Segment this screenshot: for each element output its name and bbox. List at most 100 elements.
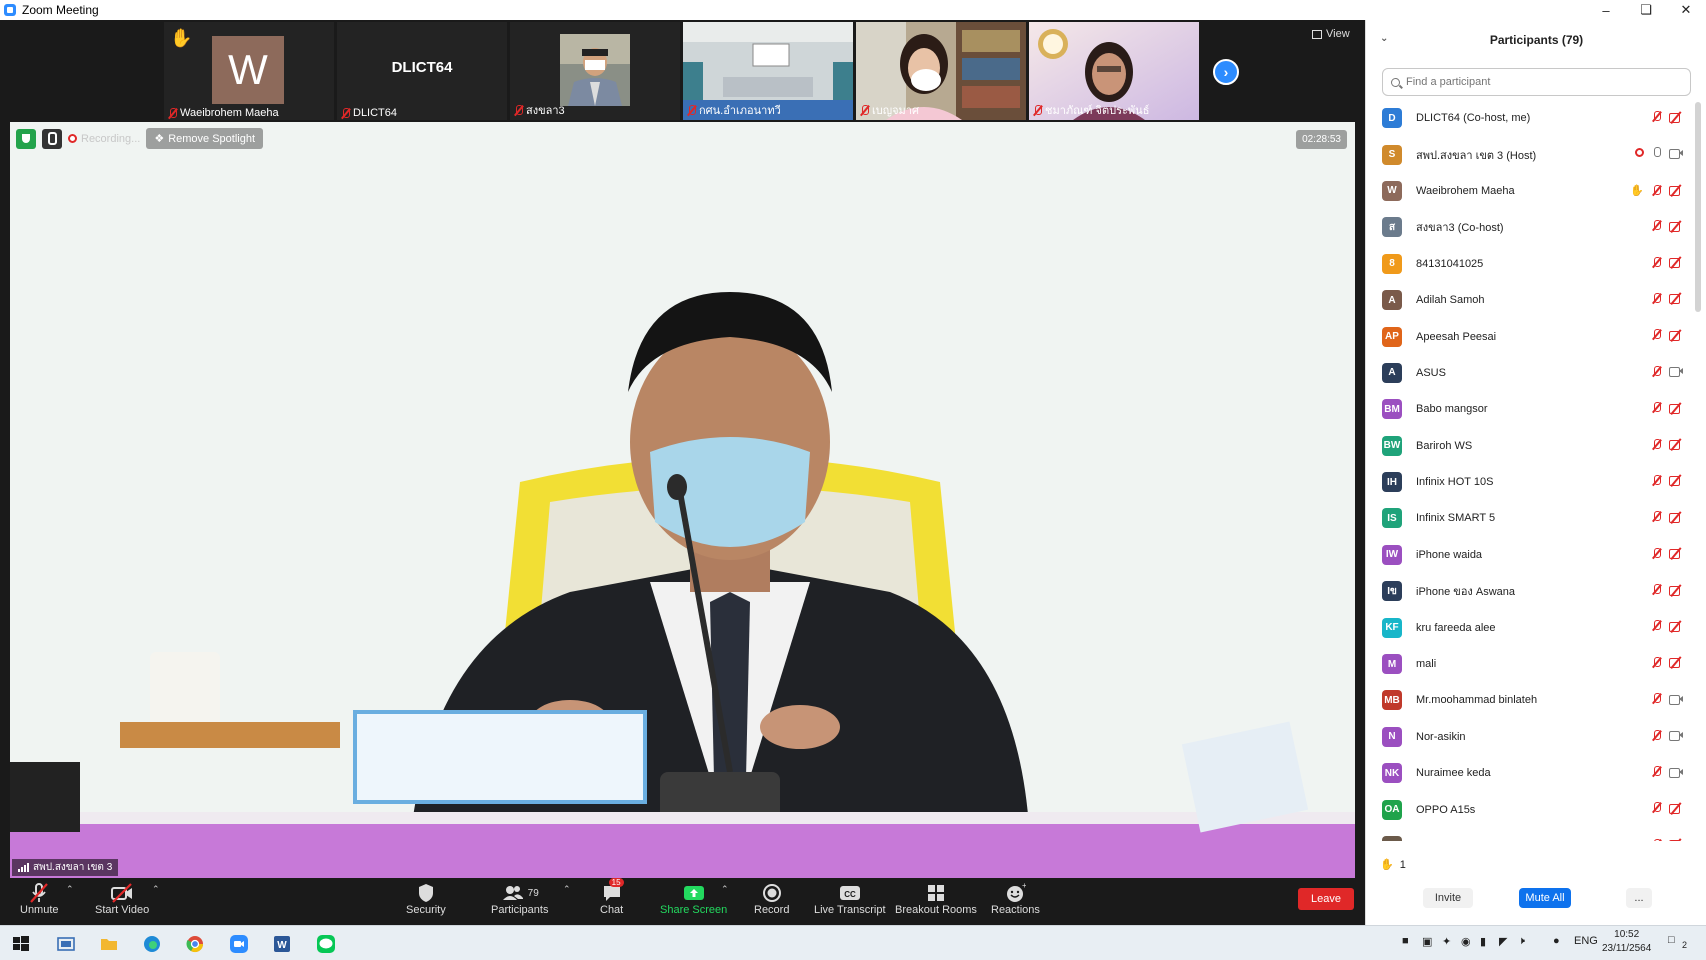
video-tile-waeibrohem[interactable]: ✋ W Waeibrohem Maeha <box>164 22 334 120</box>
mic-muted-icon[interactable] <box>1652 620 1661 631</box>
shield-tray-icon[interactable]: ◉ <box>1461 935 1471 948</box>
leave-button[interactable]: Leave <box>1298 888 1354 910</box>
video-tile-songkhla3[interactable]: สงขลา3 <box>510 22 680 120</box>
view-button[interactable]: View <box>1312 28 1350 40</box>
mic-muted-icon[interactable] <box>1652 292 1661 304</box>
line-app-icon[interactable] <box>316 934 336 954</box>
participant-row[interactable]: IS Infinix SMART 5 <box>1366 500 1691 536</box>
participant-row[interactable]: KF kru fareeda alee <box>1366 609 1691 645</box>
shield-icon[interactable] <box>16 128 36 149</box>
mic-muted-icon[interactable] <box>1652 474 1661 486</box>
mic-muted-icon[interactable] <box>1652 184 1661 196</box>
participant-search[interactable] <box>1382 68 1691 96</box>
video-tile-benjamas[interactable]: เบญจมาศ <box>856 22 1026 120</box>
start-video-button[interactable]: Start Video <box>95 882 149 916</box>
mic-muted-icon[interactable] <box>1652 256 1661 268</box>
participant-row[interactable]: NK Nuraimee keda <box>1366 755 1691 791</box>
audio-options-caret-icon[interactable]: ⌃ <box>66 884 74 895</box>
participant-row[interactable]: D DLICT64 (Co-host, me) <box>1366 100 1691 136</box>
participant-row[interactable] <box>1366 828 1691 841</box>
video-tile-chamaphan[interactable]: ชมาภัณฑ์ จิตประพันธ์ <box>1029 22 1199 120</box>
participant-row[interactable]: N Nor-asikin <box>1366 719 1691 755</box>
participant-row[interactable]: ส สงขลา3 (Co-host) <box>1366 209 1691 245</box>
reactions-button[interactable]: + Reactions <box>991 882 1040 916</box>
participant-row[interactable]: Mmali <box>1366 646 1691 682</box>
search-input[interactable] <box>1406 76 1666 88</box>
next-page-arrow-icon[interactable]: › <box>1213 59 1239 85</box>
mic-muted-icon[interactable] <box>1652 511 1661 522</box>
participant-row[interactable]: OA OPPO A15s <box>1366 791 1691 827</box>
share-screen-button[interactable]: Share Screen <box>660 882 727 916</box>
windows-start-icon[interactable] <box>11 934 31 954</box>
participant-row[interactable]: 8 84131041025 <box>1366 246 1691 282</box>
mic-muted-icon[interactable] <box>1652 584 1661 595</box>
participants-caret-icon[interactable]: ⌃ <box>563 884 571 895</box>
remove-spotlight-button[interactable]: ❖ Remove Spotlight <box>146 128 264 149</box>
mic-muted-icon[interactable] <box>1652 365 1661 377</box>
participant-row[interactable]: W Waeibrohem Maeha ✋ <box>1366 173 1691 209</box>
restore-icon[interactable]: ❏ <box>1626 0 1666 20</box>
share-options-caret-icon[interactable]: ⌃ <box>721 884 729 895</box>
mic-muted-icon[interactable] <box>1652 111 1661 122</box>
taskbar-clock[interactable]: 10:52 23/11/2564 <box>1602 928 1651 956</box>
notification-center-icon[interactable]: □ <box>1668 934 1675 946</box>
network-icon[interactable]: ◤ <box>1499 935 1507 948</box>
video-options-caret-icon[interactable]: ⌃ <box>152 884 160 895</box>
mic-muted-icon[interactable] <box>1652 547 1661 559</box>
volume-muted-icon[interactable]: 🕨 <box>1518 935 1525 948</box>
chat-button[interactable]: 15 Chat <box>600 878 624 916</box>
mic-muted-icon[interactable] <box>1652 766 1661 777</box>
security-button[interactable]: Security <box>406 882 446 916</box>
mic-muted-icon[interactable] <box>1652 729 1661 741</box>
participant-row[interactable]: S สพป.สงขลา เขต 3 (Host) <box>1366 136 1691 172</box>
main-speaker-video[interactable]: Recording... ❖ Remove Spotlight 02:28:53… <box>10 122 1355 878</box>
mic-muted-icon[interactable] <box>1652 656 1661 668</box>
chevron-down-icon[interactable]: ⌄ <box>1380 33 1388 44</box>
language-indicator[interactable]: ENG <box>1574 935 1598 947</box>
file-explorer-icon[interactable] <box>99 934 119 954</box>
breakout-rooms-button[interactable]: Breakout Rooms <box>895 882 977 916</box>
mic-icon[interactable] <box>1652 147 1661 158</box>
word-icon[interactable]: W <box>272 934 292 954</box>
chrome-icon[interactable] <box>185 934 205 954</box>
mic-muted-icon[interactable] <box>1652 802 1661 813</box>
mic-muted-icon[interactable] <box>1652 438 1661 450</box>
participant-list-scrollbar[interactable] <box>1695 102 1701 312</box>
participants-button[interactable]: 79 Participants <box>491 882 548 916</box>
zoom-tray-icon[interactable]: ▣ <box>1422 935 1432 948</box>
participant-row[interactable]: BM Babo mangsor <box>1366 391 1691 427</box>
microphone-tray-icon[interactable]: ● <box>1553 935 1560 947</box>
participant-row[interactable]: AP Apeesah Peesai <box>1366 318 1691 354</box>
video-tile-dlict64[interactable]: DLICT64 DLICT64 <box>337 22 507 120</box>
mic-muted-icon[interactable] <box>1652 329 1661 340</box>
mute-all-button[interactable]: Mute All <box>1519 888 1571 908</box>
bluetooth-icon[interactable]: ✦ <box>1442 935 1451 948</box>
participant-row[interactable]: BW Bariroh WS <box>1366 428 1691 464</box>
mic-muted-icon[interactable] <box>1652 220 1661 231</box>
task-view-icon[interactable] <box>56 934 76 954</box>
participant-row[interactable]: IH Infinix HOT 10S <box>1366 464 1691 500</box>
raised-hands-summary: ✋ 1 <box>1380 858 1406 872</box>
mic-muted-icon[interactable] <box>1652 693 1661 704</box>
participant-row[interactable]: MB Mr.moohammad binlateh <box>1366 682 1691 718</box>
mic-muted-icon[interactable] <box>1652 402 1661 413</box>
more-options-button[interactable]: ... <box>1626 888 1652 908</box>
participant-row[interactable]: Iข iPhone ของ Aswana <box>1366 573 1691 609</box>
line-tray-icon[interactable]: ■ <box>1402 935 1409 947</box>
participant-status-icons <box>1652 802 1683 814</box>
edge-icon[interactable] <box>142 934 162 954</box>
zoom-taskbar-icon[interactable] <box>229 934 249 954</box>
unmute-button[interactable]: Unmute <box>20 882 59 916</box>
minimize-icon[interactable]: – <box>1586 0 1626 20</box>
invite-button[interactable]: Invite <box>1423 888 1473 908</box>
close-icon[interactable]: ✕ <box>1666 0 1706 20</box>
participant-row[interactable]: A Adilah Samoh <box>1366 282 1691 318</box>
svg-text:W: W <box>277 940 287 951</box>
record-button[interactable]: Record <box>754 882 789 916</box>
participant-row[interactable]: A ASUS <box>1366 355 1691 391</box>
live-transcript-button[interactable]: CC Live Transcript <box>814 882 886 916</box>
mic-muted-icon[interactable] <box>1652 838 1661 841</box>
video-tile-kor-sor-nor[interactable]: กศน.อำเภอนาทวี <box>683 22 853 120</box>
participant-row[interactable]: IW iPhone waida <box>1366 537 1691 573</box>
battery-icon[interactable]: ▮ <box>1480 935 1486 948</box>
